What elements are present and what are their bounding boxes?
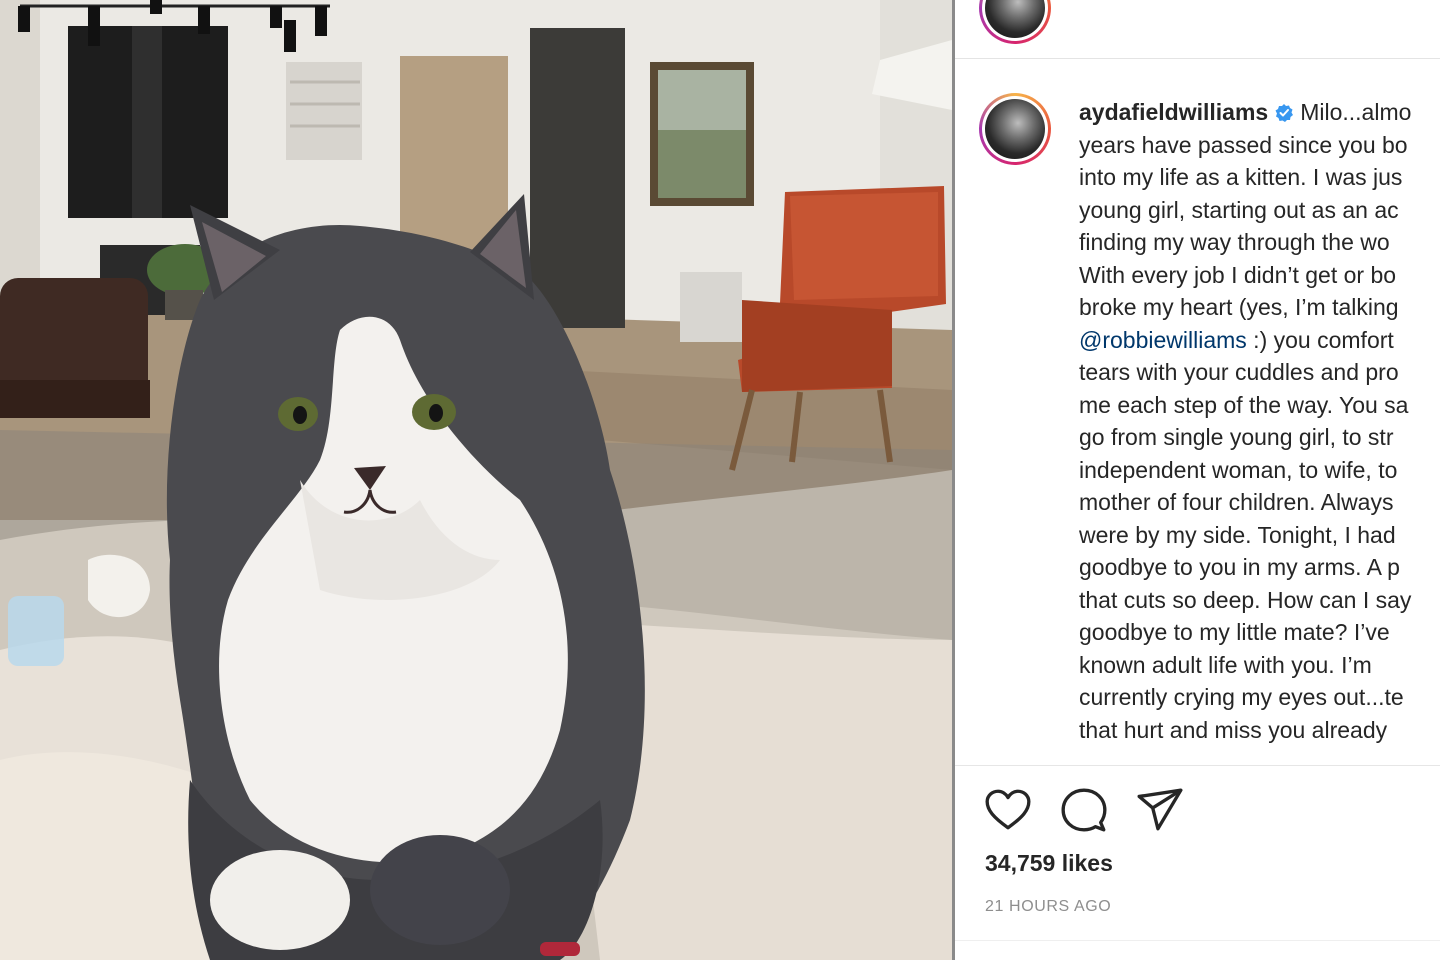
caption-line: finding my way through the wo <box>1079 229 1390 255</box>
caption-line: broke my heart (yes, I’m talking <box>1079 294 1399 320</box>
caption-text: aydafieldwilliams Milo...almo years have … <box>1079 96 1411 746</box>
post-photo <box>0 0 952 960</box>
caption-line: With every job I didn’t get or bo <box>1079 261 1397 288</box>
caption-line: known adult life with you. I’m <box>1079 651 1372 678</box>
mention-link[interactable]: @robbiewilliams <box>1079 327 1247 353</box>
caption-line: currently crying my eyes out...te <box>1079 684 1404 710</box>
caption-line: years have passed since you bo <box>1079 131 1408 158</box>
cat-photo-illustration <box>0 0 952 960</box>
caption-line: me each step of the way. You sa <box>1079 391 1409 418</box>
caption-avatar[interactable] <box>979 93 1051 165</box>
actions-divider <box>955 765 1440 766</box>
caption-line: tears with your cuddles and pro <box>1079 359 1399 385</box>
caption-line-mention: @robbiewilliams :) you comfort <box>1079 324 1411 357</box>
caption-line: goodbye to you in my arms. A p <box>1079 554 1400 580</box>
comment-bubble-icon[interactable] <box>1059 785 1109 835</box>
caption-line: were by my side. Tonight, I had <box>1079 521 1396 548</box>
post-timestamp[interactable]: 21 HOURS AGO <box>985 898 1111 916</box>
caption-line: goodbye to my little mate? I’ve <box>1079 619 1390 645</box>
paper-plane-icon[interactable] <box>1135 785 1185 835</box>
caption-line: into my life as a kitten. I was jus <box>1079 164 1403 190</box>
caption-line: independent woman, to wife, to <box>1079 456 1398 483</box>
username-link[interactable]: aydafieldwilliams <box>1079 99 1268 125</box>
heart-icon[interactable] <box>983 785 1033 835</box>
caption-line-text: Milo...almo <box>1300 99 1412 125</box>
likes-count[interactable]: 34,759 likes <box>985 850 1113 877</box>
bottom-divider <box>955 940 1440 941</box>
post-header <box>955 0 1440 59</box>
caption-line-text: :) you comfort <box>1246 326 1394 353</box>
caption-line: that cuts so deep. How can I say <box>1079 586 1412 613</box>
caption-line: mother of four children. Always <box>1079 489 1394 515</box>
caption-line: young girl, starting out as an ac <box>1079 196 1399 223</box>
caption-line: that hurt and miss you already <box>1079 716 1388 743</box>
caption-line-1: aydafieldwilliams Milo...almo <box>1079 96 1411 129</box>
post-side-panel: aydafieldwilliams Milo...almo years have … <box>955 0 1440 960</box>
caption-line: go from single young girl, to str <box>1079 424 1394 450</box>
verified-badge-icon <box>1275 104 1294 122</box>
header-avatar[interactable] <box>979 0 1051 44</box>
